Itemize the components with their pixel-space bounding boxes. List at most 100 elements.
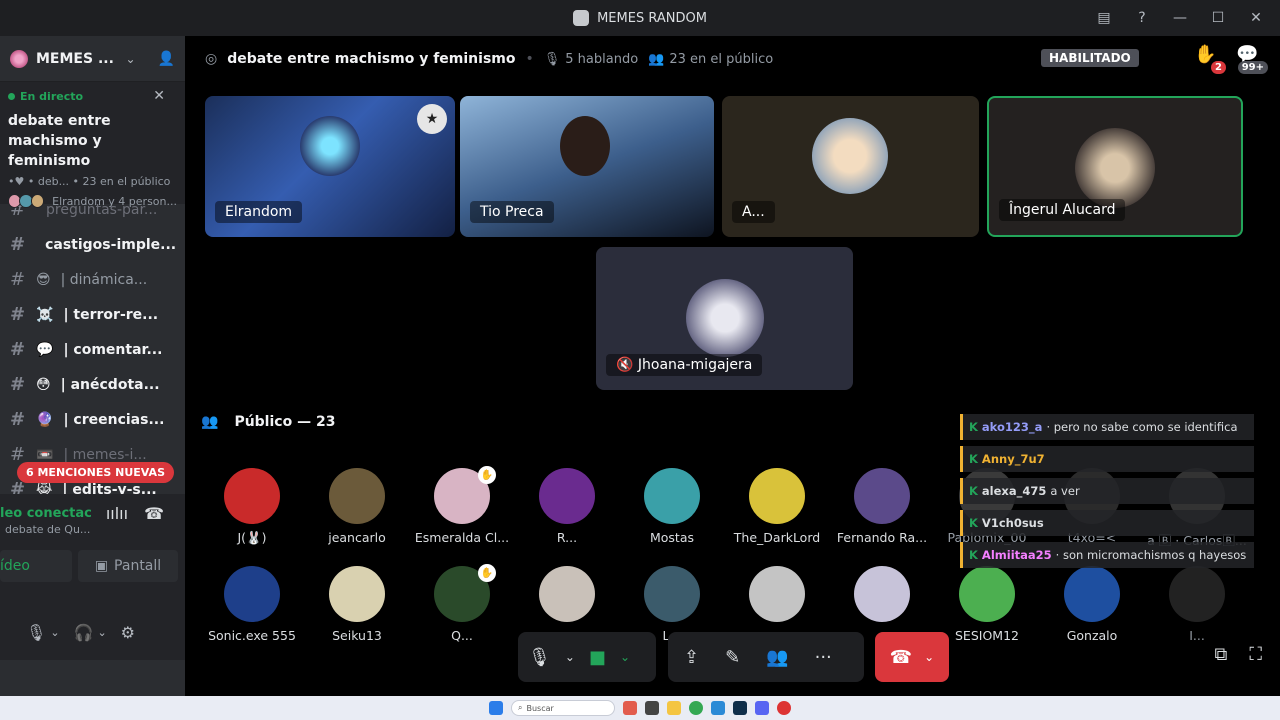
chevron-down-icon[interactable]: ⌄ <box>126 52 136 66</box>
public-header: 👥 Público — 23 <box>201 414 335 430</box>
discord-icon[interactable] <box>755 701 769 715</box>
popout-icon[interactable]: ⧉ <box>1215 644 1228 665</box>
taskbar-search[interactable]: ⌕ Buscar <box>511 700 615 716</box>
audience-member[interactable]: ✋ Esmeralda Cl... <box>407 466 517 545</box>
speaker-tile[interactable]: Tio Preca <box>460 96 714 237</box>
channel-item[interactable]: # ☠️ | terror-re... <box>0 297 185 332</box>
inbox-icon[interactable]: ▤ <box>1094 8 1114 28</box>
soundwave-icon[interactable]: ıılıı <box>106 504 128 523</box>
hash-icon: # <box>10 304 26 325</box>
audience-member[interactable] <box>512 566 622 628</box>
app-icon[interactable] <box>711 701 725 715</box>
hash-icon: # <box>10 269 26 290</box>
microphone-icon[interactable]: 🎙 <box>528 647 551 668</box>
speaking-text: 5 hablando <box>565 51 639 67</box>
screen-label: Pantall <box>114 558 162 574</box>
guild-header[interactable]: MEMES ... ⌄ 👤 <box>0 36 185 82</box>
screen-share-icon[interactable]: ⇪ <box>684 647 699 668</box>
voice-status[interactable]: leo conectac <box>0 506 92 521</box>
channel-label: | dinámica... <box>60 271 148 288</box>
audience-member[interactable]: The_DarkLord <box>722 468 832 545</box>
channel-item[interactable]: # 😳 | anécdota... <box>0 367 185 402</box>
chrome-icon[interactable] <box>689 701 703 715</box>
screen-share-button[interactable]: ▣ Pantall <box>78 550 178 582</box>
chevron-down-icon[interactable]: ⌄ <box>565 650 575 664</box>
more-icon[interactable]: ··· <box>815 647 832 668</box>
audience-name: jeancarlo <box>328 530 386 545</box>
chevron-down-icon[interactable]: ⌄ <box>50 626 59 639</box>
moderator-shield-icon: ★ <box>417 104 447 134</box>
app-icon[interactable] <box>645 701 659 715</box>
audience-member[interactable]: Seiku13 <box>302 566 412 643</box>
members-count: 99+ <box>1237 61 1268 74</box>
audience-member[interactable]: Fernando Ra... <box>827 468 937 545</box>
audience-member[interactable]: R... <box>512 468 622 545</box>
maximize-button[interactable]: ☐ <box>1208 8 1228 28</box>
avatar <box>539 468 595 524</box>
photoshop-icon[interactable] <box>733 701 747 715</box>
audience-name: Seiku13 <box>332 628 382 643</box>
stage-controls: ⇪ ✎ 👥 ··· <box>668 632 864 682</box>
speaker-name: Elrandom <box>215 201 303 223</box>
close-icon[interactable]: ✕ <box>153 88 165 104</box>
file-explorer-icon[interactable] <box>667 701 681 715</box>
audience-member[interactable]: jeancarlo <box>302 468 412 545</box>
invite-icon[interactable]: 👥 <box>766 647 788 668</box>
channel-item[interactable]: # 💬 | comentar... <box>0 332 185 367</box>
gear-icon[interactable]: ⚙ <box>121 623 135 642</box>
audience-member[interactable]: Sonic.exe 555 <box>197 566 307 643</box>
chevron-down-icon[interactable]: ⌄ <box>97 626 106 639</box>
audience-member[interactable]: J(🐰) <box>197 468 307 546</box>
speaker-tile-speaking[interactable]: Îngerul Alucard <box>987 96 1243 237</box>
minimize-button[interactable]: — <box>1170 8 1190 28</box>
public-label: Público — 23 <box>234 414 336 430</box>
mute-audience-icon[interactable]: ✎ <box>725 647 740 668</box>
channel-item[interactable]: # 😎 | dinámica... <box>0 262 185 297</box>
microphone-icon: 🎙 <box>543 51 561 67</box>
members-button[interactable]: 💬 99+ <box>1236 44 1268 74</box>
headphones-icon[interactable]: 🎧 <box>74 623 94 642</box>
disconnect-icon[interactable]: ☎ <box>144 504 164 523</box>
audience-name: Sonic.exe 555 <box>208 628 296 643</box>
raised-hands-button[interactable]: ✋ 2 <box>1194 44 1226 74</box>
audience-member[interactable] <box>722 566 832 628</box>
close-button[interactable]: ✕ <box>1246 8 1266 28</box>
chat-username: V1ch0sus <box>981 516 1044 530</box>
avatar <box>686 279 764 357</box>
audience-member[interactable]: SESIOM12 <box>932 566 1042 643</box>
discord-icon <box>573 10 590 26</box>
help-icon[interactable]: ? <box>1132 8 1152 28</box>
leave-stage-button[interactable]: ☎ ⌄ <box>875 632 949 682</box>
audience-member[interactable]: I... <box>1142 566 1252 643</box>
speaker-tile[interactable]: ★ Elrandom <box>205 96 455 237</box>
audience-name: R... <box>556 530 578 545</box>
speaker-name: A... <box>732 201 775 223</box>
raised-hand-icon: ✋ <box>478 466 496 484</box>
audience-member[interactable] <box>827 566 937 628</box>
fullscreen-icon[interactable]: ⛶ <box>1249 644 1262 665</box>
speaker-tile[interactable]: A... <box>722 96 979 237</box>
speaker-tile[interactable]: 🔇 Jhoana-migajera <box>596 247 853 390</box>
voice-channel-sub: debate de Qu... <box>5 523 91 536</box>
microphone-icon[interactable]: 🎙 <box>26 623 46 642</box>
audience-member[interactable]: Gonzalo <box>1037 566 1147 643</box>
app-icon[interactable] <box>623 701 637 715</box>
channel-item[interactable]: # 🔮 | creencias... <box>0 402 185 437</box>
new-mentions-badge[interactable]: 6 MENCIONES NUEVAS <box>17 462 174 483</box>
live-stage-card[interactable]: En directo ✕ debate entre machismo y fem… <box>0 82 185 208</box>
windows-start-icon[interactable] <box>489 701 503 715</box>
channel-emoji: 😳 <box>36 376 51 393</box>
live-dot <box>8 93 15 100</box>
speaker-name: Tio Preca <box>470 201 554 223</box>
chevron-down-icon[interactable]: ⌄ <box>620 650 630 664</box>
channel-item[interactable]: # castigos-imple... <box>0 227 185 262</box>
video-feed <box>560 116 610 176</box>
avatar <box>854 468 910 524</box>
app-icon[interactable] <box>777 701 791 715</box>
audience-member[interactable]: ✋ Q... <box>407 564 517 643</box>
camera-icon[interactable]: ■ <box>589 647 606 668</box>
video-button[interactable]: ídeo <box>0 550 72 582</box>
audience-name: Esmeralda Cl... <box>414 530 510 545</box>
add-user-icon[interactable]: 👤 <box>158 51 175 67</box>
audience-member[interactable]: Mostas <box>617 468 727 545</box>
